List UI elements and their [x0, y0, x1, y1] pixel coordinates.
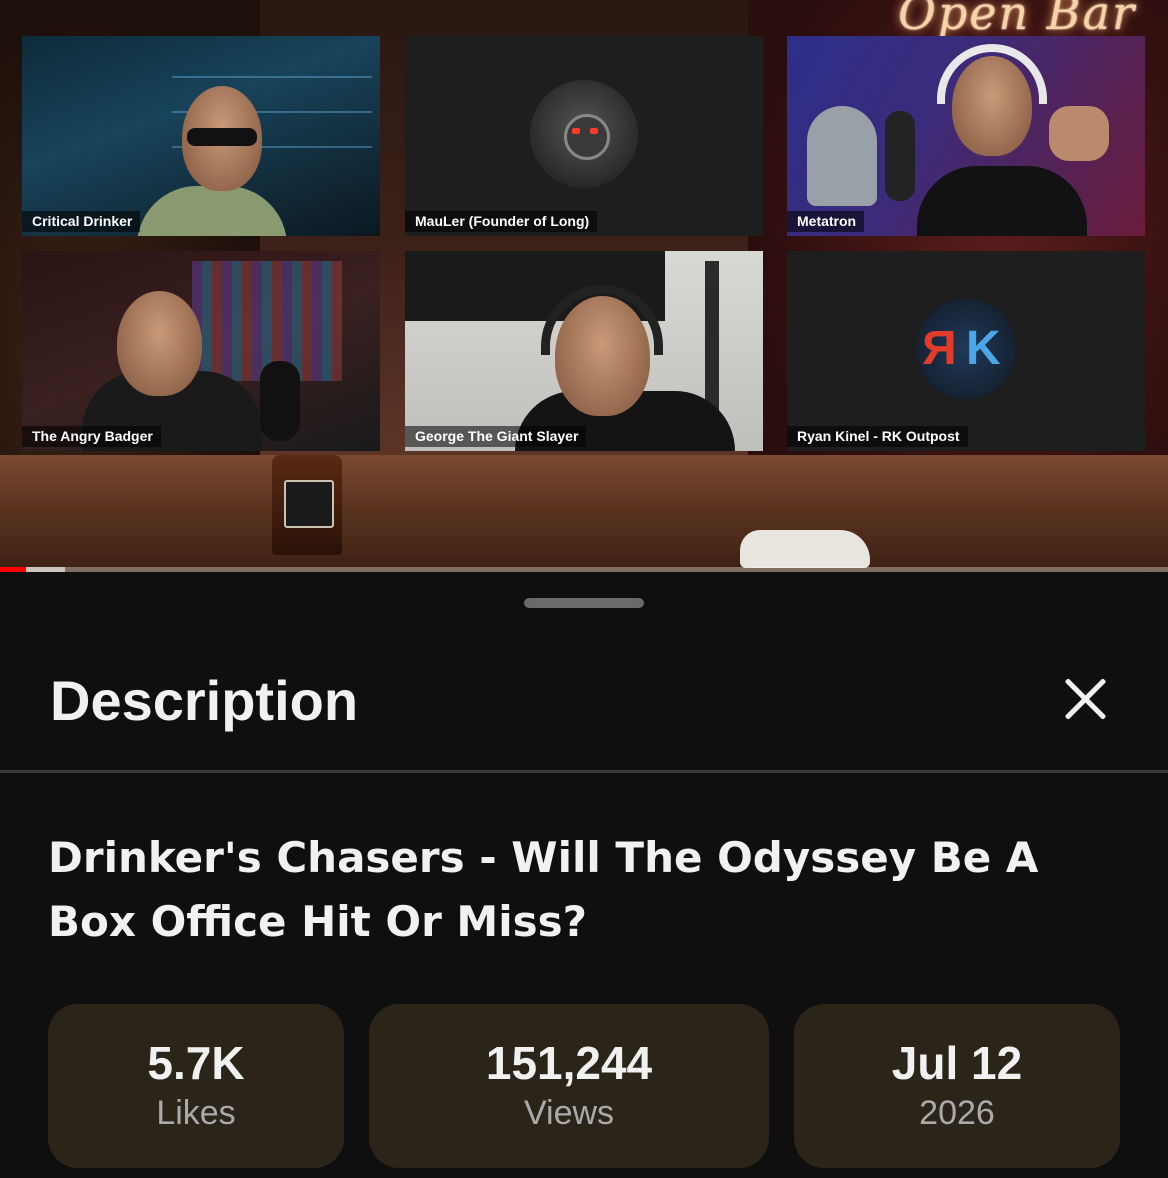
date-stat: Jul 12 2026 — [794, 1004, 1120, 1168]
likes-stat: 5.7K Likes — [48, 1004, 344, 1168]
microphone — [260, 361, 300, 441]
date-year: 2026 — [919, 1094, 995, 1132]
shelf — [172, 76, 372, 78]
sheet-heading: Description — [50, 669, 359, 732]
person-body — [137, 186, 287, 236]
helmet-eye — [572, 128, 580, 134]
participant-name: Ryan Kinel - RK Outpost — [787, 426, 968, 447]
views-value: 151,244 — [485, 1037, 653, 1089]
participant-name: MauLer (Founder of Long) — [405, 211, 598, 232]
person-head — [117, 291, 202, 396]
microphone — [885, 111, 915, 201]
helmet-visor — [564, 114, 610, 160]
participant-tile: George The Giant Slayer — [405, 251, 763, 451]
participant-tile: MauLer (Founder of Long) — [405, 36, 763, 236]
helmet-eye — [590, 128, 598, 134]
likes-label: Likes — [156, 1094, 236, 1132]
participant-name: George The Giant Slayer — [405, 426, 587, 447]
knight-helmet — [807, 106, 877, 206]
avatar — [530, 80, 638, 188]
video-title: Drinker's Chasers - Will The Odyssey Be … — [48, 833, 1039, 946]
rk-logo-k: K — [966, 322, 1001, 375]
pointing-hand — [1049, 106, 1109, 161]
rk-outpost-logo: R K — [916, 299, 1016, 399]
participant-name: Critical Drinker — [22, 211, 141, 232]
close-icon[interactable] — [1058, 672, 1112, 726]
open-bar-sign: Open Bar — [898, 0, 1136, 40]
participant-name: Metatron — [787, 211, 865, 232]
sunglasses — [187, 128, 257, 146]
bar-counter — [0, 455, 1168, 572]
views-label: Views — [523, 1094, 615, 1132]
headphones — [937, 44, 1047, 104]
description-sheet: Description Drinker's Chasers - Will The… — [0, 572, 1168, 1178]
views-stat: 151,244 Views — [369, 1004, 769, 1168]
gloved-hand — [740, 530, 870, 568]
video-player[interactable]: Open Bar Critical Drinker MauLer (Founde… — [0, 0, 1168, 572]
participant-name: The Angry Badger — [22, 426, 161, 447]
drag-handle[interactable] — [524, 598, 644, 608]
rk-logo-r: R — [922, 322, 957, 375]
bottle-label — [284, 480, 334, 528]
participant-tile: The Angry Badger — [22, 251, 380, 451]
likes-value: 5.7K — [147, 1037, 245, 1089]
person-body — [917, 166, 1087, 236]
participant-tile: R K Ryan Kinel - RK Outpost — [787, 251, 1145, 451]
participant-tile: Metatron — [787, 36, 1145, 236]
date-value: Jul 12 — [891, 1037, 1023, 1089]
divider — [0, 770, 1168, 773]
figure-shelf — [192, 261, 342, 381]
participant-tile: Critical Drinker — [22, 36, 380, 236]
